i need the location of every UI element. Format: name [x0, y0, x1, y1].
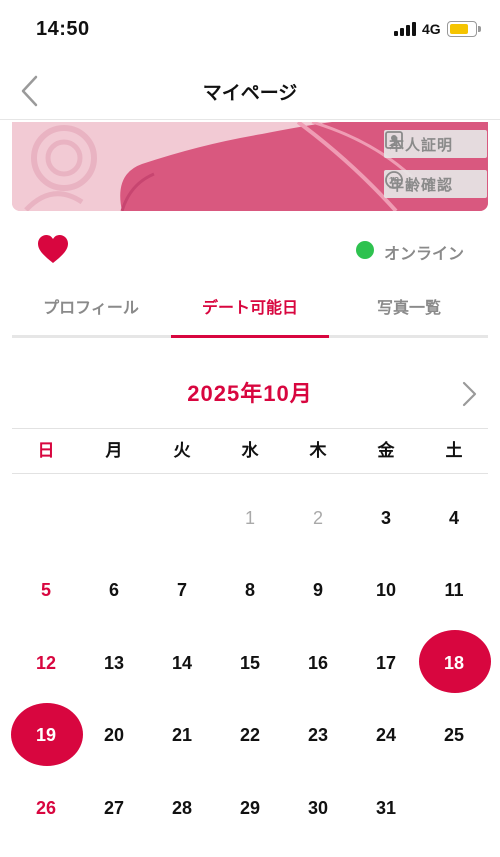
- calendar-day-number: 12: [35, 652, 57, 673]
- calendar-day[interactable]: 2: [284, 482, 352, 555]
- calendar-day[interactable]: 4: [420, 482, 488, 555]
- weekday-label: 月: [105, 441, 123, 460]
- calendar-day-number: 8: [244, 580, 255, 601]
- id-card-icon: [385, 131, 403, 149]
- calendar-day[interactable]: 10: [352, 555, 420, 628]
- calendar-day[interactable]: 14: [148, 627, 216, 700]
- calendar-day-number: 5: [40, 580, 51, 601]
- calendar-month-title: 2025年10月: [187, 381, 313, 406]
- svg-text:18: 18: [389, 176, 399, 186]
- calendar-day[interactable]: 1: [216, 482, 284, 555]
- calendar-day-number: 4: [448, 507, 459, 528]
- calendar-day[interactable]: 26: [12, 772, 80, 845]
- calendar-day[interactable]: 12: [12, 627, 80, 700]
- calendar-day[interactable]: 11: [420, 555, 488, 628]
- calendar-day-number: 15: [239, 652, 261, 673]
- chevron-right-icon: [462, 381, 477, 407]
- calendar-grid: 1 2 3 4 5 6 7 8 9 10 11 12 13 14 15 16 17 18 19 20 21 22 23 24 2…: [11, 482, 491, 847]
- calendar-day[interactable]: 19: [11, 700, 83, 773]
- calendar-day[interactable]: 15: [216, 627, 284, 700]
- calendar-day-number: 1: [244, 507, 255, 528]
- calendar-day-number: 2: [312, 507, 323, 528]
- network-label: 4G: [422, 21, 441, 37]
- calendar-day-number: 18: [443, 652, 465, 673]
- calendar-day[interactable]: 29: [216, 772, 284, 845]
- tab-photos[interactable]: 写真一覧: [330, 290, 488, 335]
- nav-bar: マイページ: [0, 62, 500, 120]
- calendar-day-number: 24: [375, 725, 397, 746]
- calendar-day[interactable]: 7: [148, 555, 216, 628]
- calendar-day[interactable]: 18: [419, 627, 491, 700]
- page-title: マイページ: [202, 83, 298, 104]
- online-status-label: オンライン: [384, 246, 465, 263]
- calendar-day[interactable]: 27: [80, 772, 148, 845]
- calendar-day-number: 23: [307, 725, 329, 746]
- calendar-day[interactable]: 28: [148, 772, 216, 845]
- calendar-day-number: 7: [176, 580, 187, 601]
- calendar-day-number: 10: [375, 580, 397, 601]
- calendar-day[interactable]: 16: [284, 627, 352, 700]
- battery-icon: [447, 21, 481, 37]
- weekday-label: 日: [37, 441, 55, 460]
- weekday-header: 日月火水木金土: [12, 428, 488, 474]
- calendar-day[interactable]: 30: [284, 772, 352, 845]
- cover-image: 本人証明 18 年齢確認: [12, 122, 488, 211]
- status-bar: 14:50 4G: [0, 0, 500, 62]
- tab-date-availability[interactable]: デート可能日: [171, 290, 329, 338]
- calendar-day-number: 29: [239, 797, 261, 818]
- weekday-label: 木: [309, 441, 327, 460]
- calendar-day-number: 9: [312, 580, 323, 601]
- calendar-day[interactable]: 5: [12, 555, 80, 628]
- calendar-day-number: 20: [103, 725, 125, 746]
- weekday-label: 土: [445, 441, 463, 460]
- calendar-day[interactable]: 22: [216, 700, 284, 773]
- age-18-icon: 18: [385, 171, 403, 189]
- calendar-day[interactable]: 17: [352, 627, 420, 700]
- battery-level: [450, 24, 468, 34]
- calendar-day-number: 13: [103, 652, 125, 673]
- calendar-day[interactable]: 3: [352, 482, 420, 555]
- calendar-day-number: 26: [35, 797, 57, 818]
- calendar-day-number: 3: [380, 507, 391, 528]
- calendar-day[interactable]: 6: [80, 555, 148, 628]
- calendar-day[interactable]: 8: [216, 555, 284, 628]
- calendar-day-number: 31: [375, 797, 397, 818]
- calendar-day-number: 27: [103, 797, 125, 818]
- calendar-day-number: 22: [239, 725, 261, 746]
- id-verified-badge: 本人証明: [384, 130, 487, 158]
- status-time: 14:50: [36, 18, 90, 40]
- signal-icon: [394, 22, 418, 36]
- calendar-day[interactable]: 25: [420, 700, 488, 773]
- weekday-label: 火: [173, 441, 191, 460]
- profile-tabs: プロフィール デート可能日 写真一覧: [12, 290, 488, 338]
- weekday-label: 金: [377, 441, 395, 460]
- calendar-day-number: 30: [307, 797, 329, 818]
- calendar-day-number: 11: [444, 580, 464, 601]
- weekday-label: 水: [241, 441, 259, 460]
- calendar-day[interactable]: 31: [352, 772, 420, 845]
- calendar-day[interactable]: 9: [284, 555, 352, 628]
- calendar-day-number: 6: [108, 580, 119, 601]
- calendar-day-number: 16: [307, 652, 329, 673]
- calendar-day[interactable]: 24: [352, 700, 420, 773]
- tab-profile[interactable]: プロフィール: [12, 290, 170, 335]
- next-month-button[interactable]: [456, 378, 482, 410]
- calendar-day-number: 14: [171, 652, 193, 673]
- calendar-day[interactable]: 23: [284, 700, 352, 773]
- age-verified-badge: 18 年齢確認: [384, 170, 487, 198]
- calendar-day-number: 21: [171, 725, 193, 746]
- online-status-dot: [356, 241, 374, 259]
- calendar-day-number: 28: [171, 797, 193, 818]
- heart-icon[interactable]: [37, 234, 69, 264]
- calendar-day[interactable]: 20: [80, 700, 148, 773]
- calendar-day-number: 25: [443, 725, 465, 746]
- calendar-day[interactable]: 13: [80, 627, 148, 700]
- calendar-day-number: 19: [35, 725, 57, 746]
- calendar-day-number: 17: [375, 652, 397, 673]
- calendar-day[interactable]: 21: [148, 700, 216, 773]
